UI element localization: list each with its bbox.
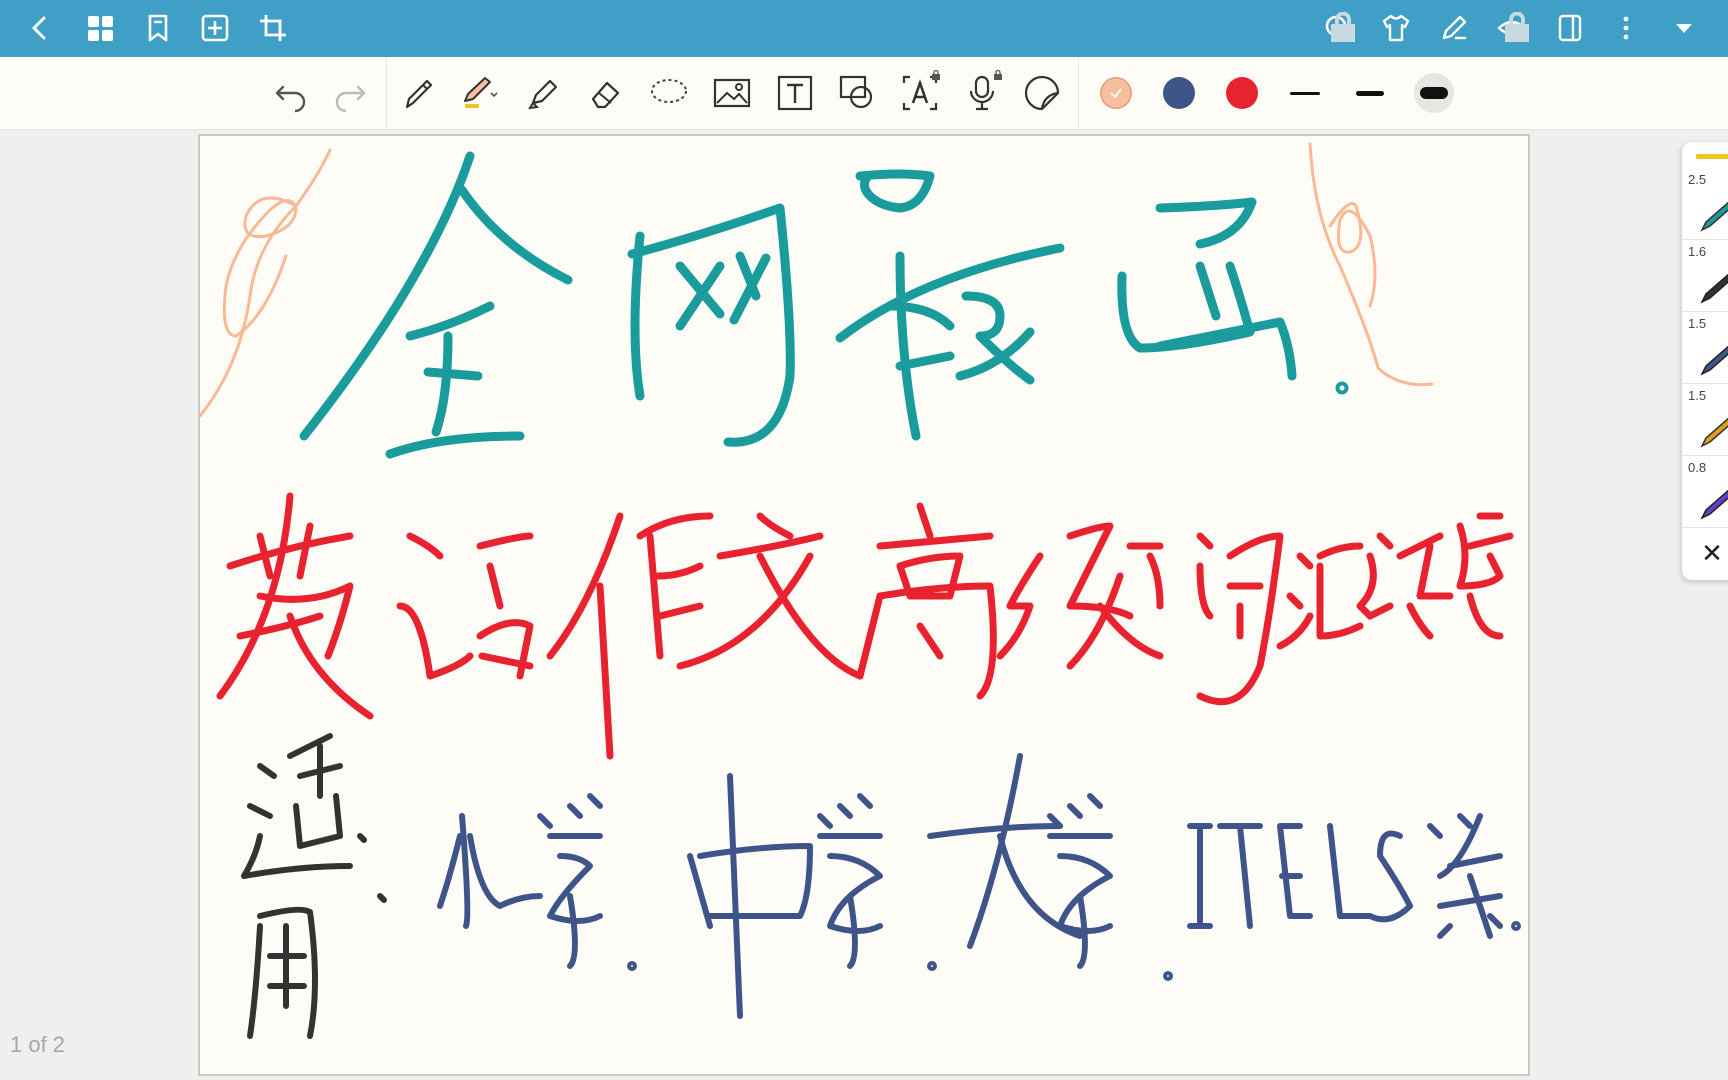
search-icon[interactable] (1318, 8, 1358, 48)
title-handwriting (299, 151, 1349, 459)
text-icon[interactable] (772, 70, 818, 116)
undo-icon[interactable] (268, 70, 314, 116)
eraser-icon[interactable] (582, 70, 628, 116)
back-icon[interactable] (20, 8, 60, 48)
microphone-icon[interactable] (959, 70, 1005, 116)
lock-icon (994, 70, 1002, 80)
pen-favorites-panel: 2.5 1.6 1.5 1.5 0.8 ✕ (1682, 142, 1728, 580)
top-navigation-bar (0, 0, 1728, 57)
pen-preset-4[interactable]: 1.5 (1682, 384, 1728, 456)
pen-preset-2[interactable]: 1.6 (1682, 240, 1728, 312)
eye-icon[interactable] (1492, 8, 1532, 48)
add-page-icon[interactable] (195, 8, 235, 48)
pen-icon (1700, 345, 1728, 376)
grid-icon[interactable] (80, 8, 120, 48)
pen-size-label: 2.5 (1688, 172, 1707, 187)
decorative-swirl-right (1308, 142, 1434, 387)
note-page-canvas[interactable] (198, 134, 1530, 1076)
crop-icon[interactable] (253, 8, 293, 48)
applicable-handwriting (241, 733, 387, 1039)
lock-icon (1505, 12, 1529, 42)
color-swatch-navy[interactable] (1163, 77, 1195, 109)
text-recognition-icon[interactable] (897, 70, 943, 116)
highlighter-icon[interactable] (520, 70, 566, 116)
pen-icon[interactable] (1434, 8, 1474, 48)
pen-preset-3[interactable]: 1.5 (1682, 312, 1728, 384)
pen-icon[interactable] (456, 70, 502, 116)
pen-icon (1700, 201, 1728, 232)
stroke-medium-button[interactable] (1356, 91, 1384, 96)
pen-icon (1700, 273, 1728, 304)
pen-icon (1700, 417, 1728, 448)
pen-icon (1700, 489, 1728, 520)
sticker-icon[interactable] (1019, 70, 1065, 116)
subtitle-handwriting (216, 492, 1514, 760)
divider (386, 57, 387, 130)
shirt-icon[interactable] (1376, 8, 1416, 48)
more-icon[interactable] (1606, 8, 1646, 48)
close-panel-button[interactable]: ✕ (1682, 530, 1728, 576)
stroke-thick-button[interactable] (1420, 87, 1448, 99)
pen-size-label: 1.5 (1688, 388, 1707, 403)
divider (1078, 57, 1079, 130)
stroke-thin-button[interactable] (1290, 92, 1320, 95)
stroke-thick-selection[interactable] (1414, 73, 1454, 113)
pen-size-label: 0.8 (1688, 460, 1707, 475)
color-swatch-red[interactable] (1226, 77, 1258, 109)
lock-icon (1331, 12, 1355, 42)
pen-size-label: 1.6 (1688, 244, 1707, 259)
check-icon (1102, 79, 1130, 107)
lock-icon (932, 70, 940, 80)
tool-strip (0, 57, 1728, 130)
sidebar-icon[interactable] (1550, 8, 1590, 48)
shape-icon[interactable] (834, 70, 880, 116)
levels-handwriting (437, 753, 1521, 1019)
bookmark-icon[interactable] (138, 8, 178, 48)
image-icon[interactable] (709, 70, 755, 116)
pen-preset-5[interactable]: 0.8 (1682, 456, 1728, 528)
handwriting-layer (200, 142, 1521, 1039)
dropdown-icon[interactable] (1664, 8, 1704, 48)
lasso-icon[interactable] (646, 70, 692, 116)
decorative-swirl-left (200, 148, 332, 418)
pen-size-label: 1.5 (1688, 316, 1707, 331)
page-counter: 1 of 2 (10, 1032, 66, 1057)
color-swatch-peach[interactable] (1100, 77, 1132, 109)
pen-preset-1[interactable]: 2.5 (1682, 168, 1728, 240)
redo-icon[interactable] (327, 70, 373, 116)
pencil-icon[interactable] (396, 70, 442, 116)
panel-accent-bar (1696, 154, 1728, 159)
